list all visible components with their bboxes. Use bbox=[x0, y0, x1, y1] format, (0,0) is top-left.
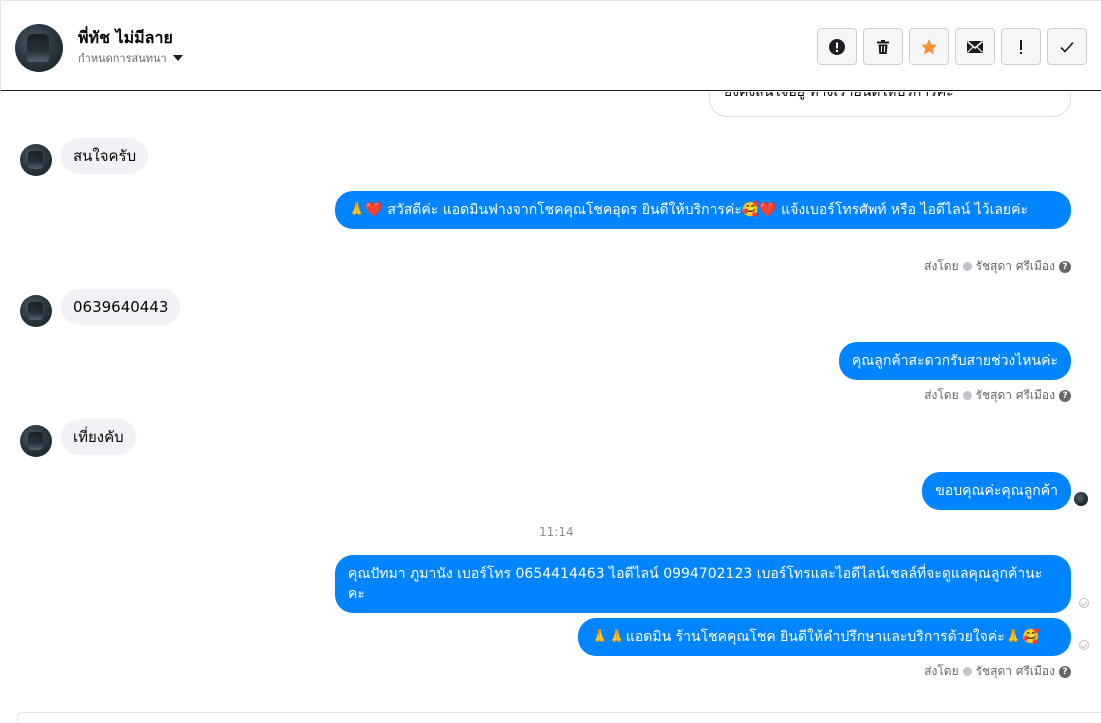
agent-dot-icon bbox=[962, 262, 972, 271]
follow-up-button[interactable] bbox=[1001, 28, 1041, 65]
seen-avatar bbox=[1074, 492, 1088, 506]
time-separator: 11:14 bbox=[539, 525, 574, 539]
sent-by-prefix: ส่งโดย bbox=[924, 664, 959, 678]
message-text: ยังคงสนใจอยู่ ทางเรายินดีให้บริการค่ะ bbox=[724, 92, 954, 100]
sent-by-label: ส่งโดย รัชสุดา ศรีเมือง ? bbox=[924, 386, 1071, 405]
message-bubble-out-partial: ยังคงสนใจอยู่ ทางเรายินดีให้บริการค่ะ bbox=[709, 92, 1071, 117]
agent-name: รัชสุดา ศรีเมือง bbox=[975, 388, 1055, 402]
message-text: คุณลูกค้าสะดวกรับสายช่วงไหนค่ะ bbox=[851, 353, 1058, 369]
envelope-icon bbox=[967, 40, 983, 53]
sender-avatar[interactable] bbox=[20, 295, 52, 327]
help-icon[interactable]: ? bbox=[1059, 260, 1071, 273]
agent-dot-icon bbox=[962, 391, 972, 400]
check-icon bbox=[1060, 41, 1074, 53]
message-text: 🙏❤️ สวัสดีค่ะ แอดมินฟางจากโชคคุณโชคอุดร … bbox=[348, 202, 1029, 218]
mark-spam-button[interactable] bbox=[817, 28, 857, 65]
message-bubble-out: 🙏🙏แอดมิน ร้านโชคคุณโชค ยินดีให้คำปรึกษาแ… bbox=[578, 618, 1071, 656]
agent-name: รัชสุดา ศรีเมือง bbox=[975, 259, 1055, 273]
message-bubble-out: คุณปัทมา ภูมานัง เบอร์โทร 0654414463 ไอด… bbox=[335, 555, 1071, 613]
sender-avatar[interactable] bbox=[20, 425, 52, 457]
sent-by-label: ส่งโดย รัชสุดา ศรีเมือง ? bbox=[924, 662, 1071, 681]
mark-unread-button[interactable] bbox=[955, 28, 995, 65]
exclamation-icon bbox=[1020, 39, 1022, 54]
agent-dot-icon bbox=[962, 667, 972, 676]
message-bubble-out: 🙏❤️ สวัสดีค่ะ แอดมินฟางจากโชคคุณโชคอุดร … bbox=[335, 191, 1071, 229]
message-bubble-out: ขอบคุณค่ะคุณลูกค้า bbox=[922, 472, 1071, 510]
trash-icon bbox=[877, 39, 889, 54]
message-text: สนใจครับ bbox=[73, 147, 137, 165]
star-button[interactable] bbox=[909, 28, 949, 65]
conversation-header: พี่ทัช ไม่มีลาย กำหนดการสนทนา bbox=[0, 0, 1101, 91]
contact-avatar[interactable] bbox=[15, 24, 63, 72]
message-text: ขอบคุณค่ะคุณลูกค้า bbox=[935, 483, 1058, 499]
sent-by-prefix: ส่งโดย bbox=[924, 388, 959, 402]
message-thread[interactable]: ยังคงสนใจอยู่ ทางเรายินดีให้บริการค่ะ สน… bbox=[0, 92, 1101, 716]
message-text: คุณปัทมา ภูมานัง เบอร์โทร 0654414463 ไอด… bbox=[348, 566, 1043, 602]
sent-by-prefix: ส่งโดย bbox=[924, 259, 959, 273]
conversation-schedule-dropdown[interactable]: กำหนดการสนทนา bbox=[78, 49, 183, 67]
message-bubble-in: สนใจครับ bbox=[61, 138, 149, 174]
sent-check-icon bbox=[1079, 640, 1089, 650]
message-text: เที่ยงคับ bbox=[73, 428, 124, 446]
message-bubble-in: เที่ยงคับ bbox=[61, 419, 136, 455]
mark-done-button[interactable] bbox=[1047, 28, 1087, 65]
sent-by-label: ส่งโดย รัชสุดา ศรีเมือง ? bbox=[924, 257, 1071, 276]
reply-composer[interactable] bbox=[17, 712, 1101, 723]
delete-button[interactable] bbox=[863, 28, 903, 65]
contact-name[interactable]: พี่ทัช ไม่มีลาย bbox=[78, 26, 173, 51]
message-text: 0639640443 bbox=[73, 298, 169, 316]
sent-check-icon bbox=[1079, 598, 1089, 608]
caret-down-icon bbox=[172, 55, 183, 61]
help-icon[interactable]: ? bbox=[1059, 665, 1071, 678]
conversation-toolbar bbox=[817, 28, 1087, 65]
help-icon[interactable]: ? bbox=[1059, 389, 1071, 402]
star-icon bbox=[921, 38, 937, 54]
sender-avatar[interactable] bbox=[20, 144, 52, 176]
alert-circle-icon bbox=[829, 38, 845, 55]
message-text: 🙏🙏แอดมิน ร้านโชคคุณโชค ยินดีให้คำปรึกษาแ… bbox=[591, 629, 1040, 645]
agent-name: รัชสุดา ศรีเมือง bbox=[975, 664, 1055, 678]
message-bubble-in: 0639640443 bbox=[61, 289, 181, 325]
message-bubble-out: คุณลูกค้าสะดวกรับสายช่วงไหนค่ะ bbox=[838, 342, 1071, 380]
schedule-label: กำหนดการสนทนา bbox=[78, 52, 167, 65]
